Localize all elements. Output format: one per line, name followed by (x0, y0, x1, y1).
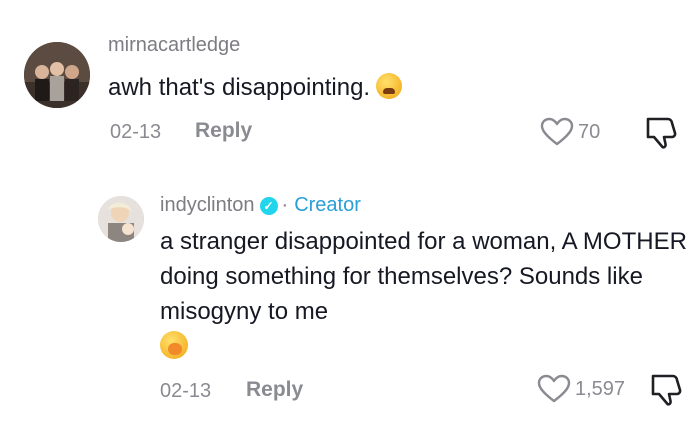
comment-date: 02-13 (160, 380, 212, 402)
avatar-photo (24, 42, 90, 108)
avatar[interactable] (24, 42, 90, 108)
like-button[interactable]: 1,597 (537, 374, 625, 404)
verified-check-icon: ✓ (259, 196, 278, 215)
comment-text-content: awh that's disappointing. (108, 74, 371, 101)
avatar-photo (98, 196, 144, 242)
dislike-button[interactable] (642, 116, 678, 155)
comment-date: 02-13 (110, 121, 162, 143)
comment-text: a stranger disappointed for a woman, A M… (160, 228, 687, 325)
like-count: 1,597 (575, 377, 626, 400)
like-button[interactable]: 70 (540, 117, 600, 147)
heart-icon (540, 117, 574, 146)
thumbs-down-icon (651, 374, 682, 406)
weary-face-emoji (376, 73, 403, 99)
yawning-face-emoji (160, 331, 188, 359)
comment-text: awh that's disappointing. (108, 70, 403, 105)
username[interactable]: indyclinton (160, 194, 255, 217)
creator-label: Creator (294, 194, 361, 216)
thumbs-down-icon (646, 117, 677, 149)
dislike-button[interactable] (647, 373, 683, 412)
username-row: indyclinton ✓ · Creator (160, 194, 361, 217)
separator-dot: · (281, 194, 289, 216)
avatar[interactable] (98, 196, 144, 242)
heart-icon (537, 374, 571, 403)
reply-button[interactable]: Reply (246, 378, 303, 402)
username[interactable]: mirnacartledge (108, 34, 240, 57)
like-count: 70 (578, 120, 601, 143)
reply-button[interactable]: Reply (195, 119, 252, 143)
